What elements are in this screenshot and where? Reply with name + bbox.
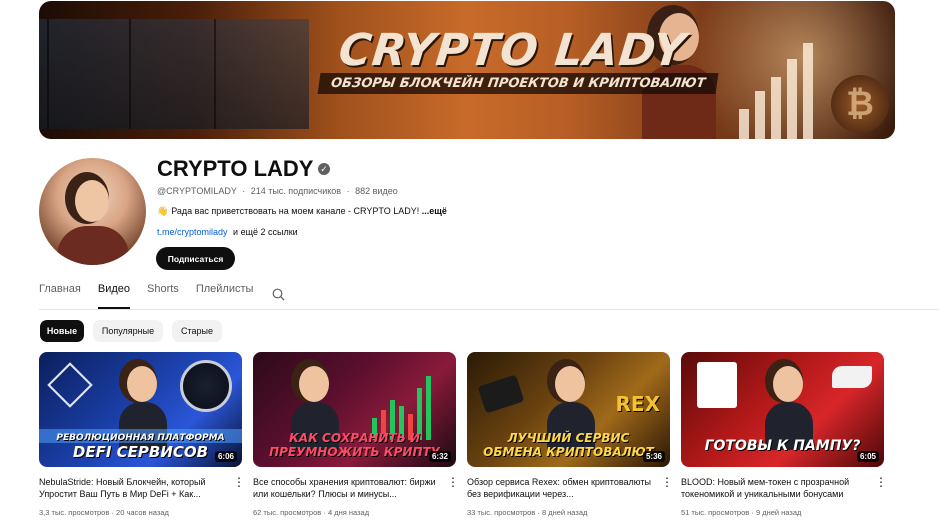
thumbnail-person <box>765 362 813 450</box>
more-options-icon[interactable]: ⋮ <box>447 476 459 488</box>
video-card[interactable]: Революционная платформа DEFI СЕРВИСОВ 6:… <box>39 352 245 517</box>
video-count: 882 видео <box>355 186 398 196</box>
video-age: 4 дня назад <box>327 508 370 517</box>
bank-card-icon <box>477 374 525 414</box>
chip-oldest[interactable]: Старые <box>172 320 222 342</box>
channel-banner: ₿ CRYPTO LADY ОБЗОРЫ БЛОКЧЕЙН ПРОЕКТОВ И… <box>39 1 895 139</box>
airplane-icon <box>832 366 872 388</box>
nebulastride-logo-icon <box>47 362 93 408</box>
channel-links: t.me/cryptomilady и ещё 2 ссылки <box>157 227 298 237</box>
tab-shorts[interactable]: Shorts <box>147 283 179 309</box>
video-views: 3,3 тыс. просмотров <box>39 508 110 517</box>
meta-separator: · <box>346 186 350 196</box>
avatar-face <box>75 180 109 222</box>
video-duration: 6:06 <box>214 451 237 462</box>
tabs-divider <box>39 309 939 310</box>
rexex-logo: REX <box>615 392 660 416</box>
video-duration: 5:36 <box>642 451 665 462</box>
checklist-icon <box>697 362 737 408</box>
video-duration: 6:05 <box>856 451 879 462</box>
banner-title: CRYPTO LADY <box>336 25 689 76</box>
channel-link[interactable]: t.me/cryptomilady <box>157 227 228 237</box>
channel-meta: @CRYPTOMILADY · 214 тыс. подписчиков · 8… <box>157 186 398 196</box>
banner-subtitle: ОБЗОРЫ БЛОКЧЕЙН ПРОЕКТОВ И КРИПТОВАЛЮТ <box>317 73 719 94</box>
subscriber-count: 214 тыс. подписчиков <box>250 186 342 196</box>
video-thumbnail[interactable]: КАК СОХРАНИТЬ И ПРЕУМНОЖИТЬ КРИПТУ 6:32 <box>253 352 456 467</box>
channel-description[interactable]: 👋 Рада вас приветствовать на моем канале … <box>157 206 447 217</box>
video-title[interactable]: NebulaStride: Новый Блокчейн, который Уп… <box>39 476 229 500</box>
thumbnail-caption: Революционная платформа DEFI СЕРВИСОВ <box>56 433 225 461</box>
meta-separator: · <box>111 508 114 517</box>
video-title[interactable]: BLOOD: Новый мем-токен с прозрачной токе… <box>681 476 871 500</box>
meta-separator: · <box>242 186 246 196</box>
video-views: 33 тыс. просмотров <box>467 508 536 517</box>
meta-separator: · <box>751 508 754 517</box>
video-meta: 62 тыс. просмотров · 4 дня назад <box>253 508 457 517</box>
channel-handle: @CRYPTOMILADY <box>157 186 237 196</box>
chip-newest[interactable]: Новые <box>40 320 84 342</box>
subscribe-button[interactable]: Подписаться <box>156 247 235 270</box>
meta-separator: · <box>537 508 540 517</box>
channel-tabs: Главная Видео Shorts Плейлисты <box>39 283 270 309</box>
video-age: 9 дней назад <box>755 508 802 517</box>
banner-chart-bars <box>739 41 829 139</box>
clock-icon <box>180 360 232 412</box>
video-thumbnail[interactable]: REX ЛУЧШИЙ СЕРВИС ОБМЕНА КРИПТОВАЛЮТ 5:3… <box>467 352 670 467</box>
video-title[interactable]: Обзор сервиса Rexex: обмен криптовалюты … <box>467 476 657 500</box>
channel-avatar[interactable] <box>39 158 146 265</box>
more-links[interactable]: и ещё 2 ссылки <box>233 227 298 237</box>
avatar-shoulders <box>57 226 129 265</box>
video-meta: 51 тыс. просмотров · 9 дней назад <box>681 508 885 517</box>
video-thumbnail[interactable]: Революционная платформа DEFI СЕРВИСОВ 6:… <box>39 352 242 467</box>
channel-name: CRYPTO LADY <box>157 156 314 181</box>
tab-home[interactable]: Главная <box>39 283 81 309</box>
more-options-icon[interactable]: ⋮ <box>661 476 673 488</box>
thumbnail-caption: ЛУЧШИЙ СЕРВИС ОБМЕНА КРИПТОВАЛЮТ <box>483 431 654 459</box>
tab-videos[interactable]: Видео <box>97 283 131 309</box>
candlestick-chart-icon <box>372 370 442 440</box>
description-more-link[interactable]: ...ещё <box>422 206 447 216</box>
video-card[interactable]: ГОТОВЫ К ПАМПУ? 6:05 BLOOD: Новый мем-то… <box>681 352 887 517</box>
video-duration: 6:32 <box>428 451 451 462</box>
bitcoin-coin-icon: ₿ <box>831 75 889 133</box>
more-options-icon[interactable]: ⋮ <box>233 476 245 488</box>
video-thumbnail[interactable]: ГОТОВЫ К ПАМПУ? 6:05 <box>681 352 884 467</box>
video-title[interactable]: Все способы хранения криптовалют: биржи … <box>253 476 443 500</box>
video-views: 51 тыс. просмотров <box>681 508 750 517</box>
video-views: 62 тыс. просмотров <box>253 508 322 517</box>
video-card[interactable]: REX ЛУЧШИЙ СЕРВИС ОБМЕНА КРИПТОВАЛЮТ 5:3… <box>467 352 673 517</box>
hand-wave-icon: 👋 <box>157 206 169 216</box>
tab-playlists[interactable]: Плейлисты <box>196 283 254 309</box>
video-meta: 3,3 тыс. просмотров · 20 часов назад <box>39 508 243 517</box>
more-options-icon[interactable]: ⋮ <box>875 476 887 488</box>
description-text: Рада вас приветствовать на моем канале -… <box>171 206 420 216</box>
verified-check-icon: ✓ <box>318 163 330 175</box>
video-card[interactable]: КАК СОХРАНИТЬ И ПРЕУМНОЖИТЬ КРИПТУ 6:32 … <box>253 352 459 517</box>
chip-popular[interactable]: Популярные <box>93 320 163 342</box>
video-age: 8 дней назад <box>541 508 588 517</box>
meta-separator: · <box>323 508 326 517</box>
thumbnail-caption: ГОТОВЫ К ПАМПУ? <box>704 438 861 454</box>
banner-monitors-image <box>39 19 309 129</box>
video-meta: 33 тыс. просмотров · 8 дней назад <box>467 508 671 517</box>
search-icon[interactable] <box>272 288 285 301</box>
video-age: 20 часов назад <box>116 508 169 517</box>
thumbnail-caption: КАК СОХРАНИТЬ И ПРЕУМНОЖИТЬ КРИПТУ <box>269 431 440 459</box>
